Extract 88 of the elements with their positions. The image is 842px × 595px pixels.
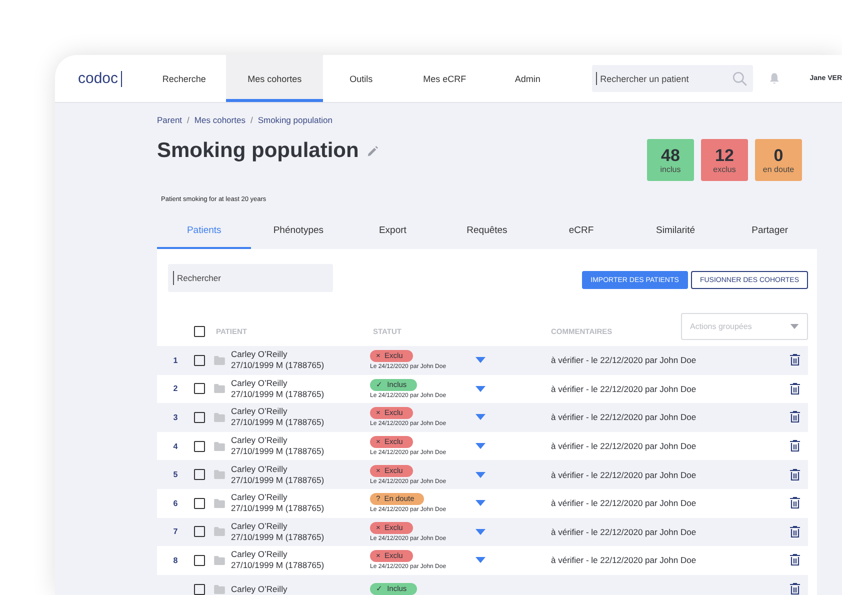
nav-tab[interactable]: Mes eCRF xyxy=(407,55,482,102)
checkbox[interactable] xyxy=(194,412,205,423)
count-value: 48 xyxy=(661,146,680,165)
trash-icon[interactable] xyxy=(790,382,800,395)
row-number: 3 xyxy=(173,412,178,422)
nav-tab[interactable]: Recherche xyxy=(154,55,214,102)
caret-icon[interactable] xyxy=(475,472,486,478)
comment-text: à vérifier - le 22/12/2020 par John Doe xyxy=(551,412,696,422)
patient-details: 27/10/1999 M (1788765) xyxy=(231,446,326,458)
patient-details: 27/10/1999 M (1788765) xyxy=(231,388,326,400)
caret-icon[interactable] xyxy=(475,528,486,535)
patient-name[interactable]: Carley O’Reilly xyxy=(231,549,370,560)
patient-name[interactable]: Carley O’Reilly xyxy=(231,406,370,418)
row-number: 4 xyxy=(173,442,178,451)
nav-tab[interactable]: Mes cohortes xyxy=(226,55,324,102)
count-value: 0 xyxy=(774,146,784,165)
comment-text: à vérifier - le 22/12/2020 par John Doe xyxy=(551,526,696,537)
count-label: en doute xyxy=(762,165,794,174)
comment-text: à vérifier - le 22/12/2020 par John Doe xyxy=(551,555,696,566)
patient-name[interactable]: Carley O’Reilly xyxy=(231,520,370,532)
breadcrumb-link[interactable]: Mes cohortes xyxy=(194,115,246,125)
caret-icon[interactable] xyxy=(475,414,486,420)
section-tab[interactable]: Requêtes xyxy=(440,213,534,249)
patient-name[interactable]: Carley O’Reilly xyxy=(231,464,370,475)
trash-icon[interactable] xyxy=(790,526,800,538)
breadcrumb-separator: / xyxy=(187,115,190,125)
breadcrumb-link[interactable]: Smoking population xyxy=(258,115,332,125)
trash-icon[interactable] xyxy=(790,468,800,481)
trash-icon[interactable] xyxy=(790,440,800,452)
checkbox[interactable] xyxy=(194,440,205,452)
section-tab[interactable]: Similarité xyxy=(628,213,723,249)
row-number: 2 xyxy=(173,384,178,394)
nav-tab[interactable]: Admin xyxy=(490,55,566,102)
patient-name[interactable]: Carley O’Reilly xyxy=(231,435,370,446)
row-number: 5 xyxy=(173,470,178,480)
trash-icon[interactable] xyxy=(790,411,800,424)
nav-tab[interactable]: Outils xyxy=(323,55,400,102)
search-field[interactable]: Rechercher xyxy=(168,264,333,292)
section-tab[interactable]: eCRF xyxy=(534,213,628,249)
patient-details: 27/10/1999 M (1788765) xyxy=(231,532,326,543)
checkbox[interactable] xyxy=(194,584,205,595)
row-number: 7 xyxy=(173,527,178,536)
trash-icon[interactable] xyxy=(790,583,800,595)
checkbox[interactable] xyxy=(194,383,205,394)
section-tab[interactable]: Partager xyxy=(722,213,817,249)
breadcrumb-separator: / xyxy=(250,115,253,125)
caret-icon[interactable] xyxy=(475,557,486,564)
trash-icon[interactable] xyxy=(790,354,800,366)
patient-details: 27/10/1999 M (1788765) xyxy=(231,503,326,514)
comment-text: à vérifier - le 22/12/2020 par John Doe xyxy=(551,441,696,452)
patient-details: 27/10/1999 M (1788765) xyxy=(231,360,326,372)
breadcrumb-link[interactable]: Parent xyxy=(157,115,182,125)
count-label: exclus xyxy=(713,165,736,174)
caret-icon[interactable] xyxy=(475,386,486,392)
checkbox[interactable] xyxy=(194,526,205,538)
pencil-icon[interactable] xyxy=(366,146,378,156)
count-value: 12 xyxy=(715,146,734,165)
caret-icon[interactable] xyxy=(475,357,486,364)
comment-text: à vérifier - le 22/12/2020 par John Doe xyxy=(551,355,696,366)
checkbox[interactable] xyxy=(194,498,205,509)
comment-text: à vérifier - le 22/12/2020 par John Doe xyxy=(551,498,696,508)
patient-name[interactable]: Carley O’Reilly xyxy=(231,492,370,504)
patient-details: 27/10/1999 M (1788765) xyxy=(231,474,326,486)
comment-text: à vérifier - le 22/12/2020 par John Doe xyxy=(551,384,696,394)
comment-text: à vérifier - le 22/12/2020 par John Doe xyxy=(551,470,696,480)
row-number: 6 xyxy=(173,498,178,508)
caret-icon[interactable] xyxy=(475,443,486,450)
checkbox[interactable] xyxy=(194,469,205,480)
row-number: 1 xyxy=(173,356,178,365)
page-title: Smoking population xyxy=(157,139,359,163)
patient-details: 27/10/1999 M (1788765) xyxy=(231,560,326,572)
caret-icon[interactable] xyxy=(790,324,799,329)
patient-details: 27/10/1999 M (1788765) xyxy=(231,417,326,428)
patient-name[interactable]: Carley O’Reilly xyxy=(231,584,370,595)
checkbox[interactable] xyxy=(194,354,205,366)
checkbox[interactable] xyxy=(194,326,205,336)
patient-name[interactable]: Carley O’Reilly xyxy=(231,349,370,360)
section-tab[interactable]: Phénotypes xyxy=(251,213,346,249)
logo-text[interactable]: codoc xyxy=(78,70,122,86)
trash-icon[interactable] xyxy=(790,554,800,566)
patient-name[interactable]: Carley O’Reilly xyxy=(231,378,370,389)
trash-icon[interactable] xyxy=(790,497,800,510)
row-number: 8 xyxy=(173,556,178,565)
checkbox[interactable] xyxy=(194,554,205,566)
caret-icon[interactable] xyxy=(475,500,486,506)
count-label: inclus xyxy=(660,165,681,174)
search-field[interactable]: Rechercher un patient xyxy=(592,65,753,92)
section-tab[interactable]: Export xyxy=(346,213,440,249)
